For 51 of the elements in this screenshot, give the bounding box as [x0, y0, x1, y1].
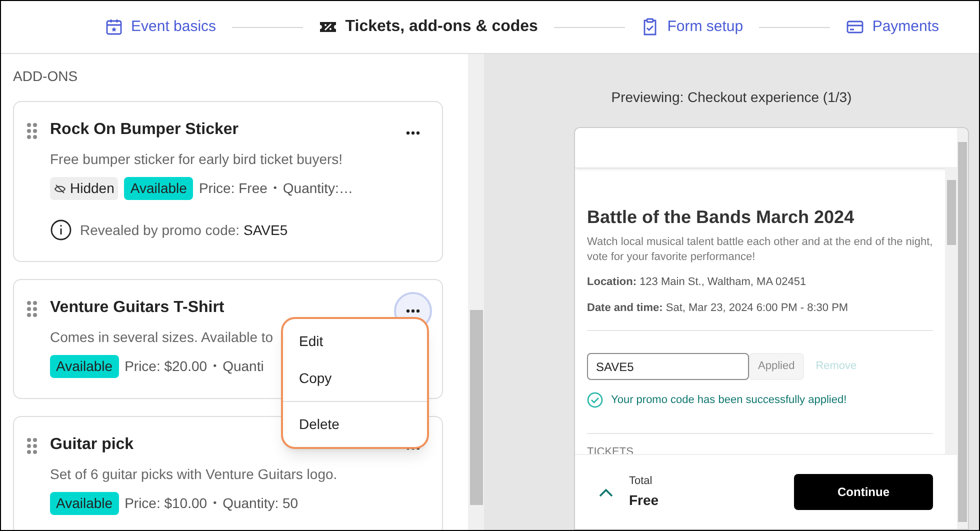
bullet-separator: •	[273, 182, 277, 196]
chevron-up-icon[interactable]	[599, 488, 613, 496]
hidden-badge: Hidden	[50, 177, 118, 200]
promo-code-field[interactable]: SAVE5	[587, 353, 749, 380]
drag-handle-icon[interactable]	[26, 437, 38, 455]
addon-description: Set of 6 guitar picks with Venture Guitars logo.	[50, 465, 338, 484]
bullet-separator: •	[213, 360, 217, 374]
menu-item[interactable]: Edit	[283, 323, 427, 360]
section-heading: ADD-ONS	[13, 67, 79, 86]
total-label: Total	[629, 474, 654, 490]
info-icon	[50, 219, 72, 241]
step-tab[interactable]: Form setup	[641, 16, 744, 38]
scrollbar-thumb[interactable]	[470, 310, 483, 505]
step-tab[interactable]: Tickets, add-ons & codes	[319, 15, 538, 39]
step-tab[interactable]: Payments	[846, 16, 940, 38]
addon-description: Comes in several sizes. Available to	[50, 328, 274, 347]
addon-title: Rock On Bumper Sticker	[50, 120, 238, 140]
scrollbar-thumb[interactable]	[958, 142, 967, 522]
bullet-separator: •	[213, 497, 217, 511]
quantity-text: Quantity: 50	[222, 494, 298, 513]
menu-item[interactable]: Copy	[283, 360, 427, 397]
check-circle-icon	[587, 392, 603, 408]
event-detail: Location: 123 Main St., Waltham, MA 02451	[587, 275, 808, 290]
event-detail: Date and time: Sat, Mar 23, 2024 6:00 PM - 8:30 PM	[587, 300, 850, 316]
quantity-text: Quanti	[222, 357, 264, 376]
price-text: Price: Free	[198, 179, 268, 198]
success-message: Your promo code has been successfully applied!	[611, 393, 847, 408]
promo-code: SAVE5	[244, 220, 288, 240]
total-value: Free	[629, 490, 659, 510]
drag-handle-icon[interactable]	[26, 122, 38, 140]
price-text: Price: $10.00	[124, 494, 208, 513]
continue-button[interactable]: Continue	[794, 474, 933, 510]
addon-description: Free bumper sticker for early bird ticket buyers!	[50, 150, 343, 169]
event-description: Watch local musical talent battle each other and at the end of the night, vote for your favorite performance!	[587, 235, 933, 265]
promo-note: Revealed by promo code:	[80, 220, 240, 240]
calendar-icon	[105, 18, 123, 36]
status-badge: Available	[50, 492, 119, 515]
status-badge: Available	[124, 177, 193, 200]
price-text: Price: $20.00	[124, 357, 208, 376]
credit-card-icon	[846, 18, 864, 36]
menu-item[interactable]: Delete	[283, 406, 427, 443]
eye-off-icon	[54, 184, 66, 194]
addon-title: Venture Guitars T-Shirt	[50, 298, 224, 318]
scrollbar-thumb[interactable]	[946, 180, 956, 245]
drag-handle-icon[interactable]	[26, 300, 38, 318]
quantity-text: Quantity:…	[282, 179, 353, 198]
step-tab[interactable]: Event basics	[105, 16, 216, 38]
preview-caption: Previewing: Checkout experience (1/3)	[611, 88, 852, 107]
event-title: Battle of the Bands March 2024	[587, 206, 856, 229]
addon-title: Guitar pick	[50, 435, 134, 455]
status-badge: Available	[50, 355, 119, 378]
